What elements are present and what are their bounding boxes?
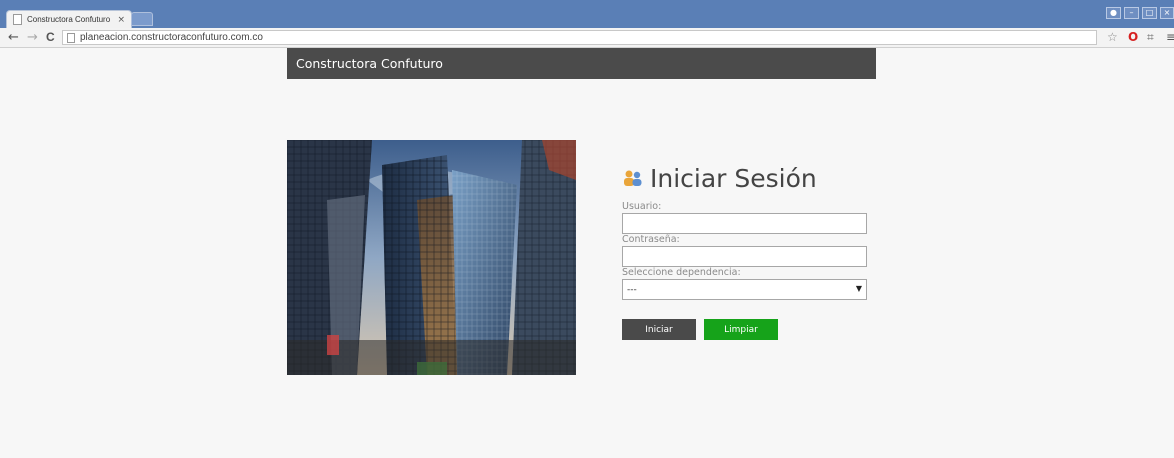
login-title: Iniciar Sesión (650, 163, 817, 193)
user-icon[interactable]: ● (1106, 7, 1121, 19)
login-panel: Iniciar Sesión Usuario: Contraseña: Sele… (622, 160, 872, 340)
browser-tab-strip: Constructora Confuturo × ● – □ × (0, 0, 1174, 28)
chevron-down-icon: ▼ (855, 284, 862, 293)
dependency-label: Seleccione dependencia: (622, 267, 741, 278)
close-tab-icon[interactable]: × (117, 15, 125, 25)
forward-button[interactable]: → (27, 30, 38, 45)
url-text: planeacion.constructoraconfuturo.com.co (80, 32, 263, 43)
maximize-icon[interactable]: □ (1142, 7, 1157, 19)
page-icon (13, 14, 22, 25)
minimize-icon[interactable]: – (1124, 7, 1139, 19)
reload-button[interactable]: C (46, 30, 55, 45)
login-button[interactable]: Iniciar (622, 319, 696, 340)
opera-icon[interactable]: O (1128, 31, 1138, 44)
star-icon[interactable]: ☆ (1107, 31, 1118, 44)
address-bar: ← → C planeacion.constructoraconfuturo.c… (0, 28, 1174, 48)
dependency-select[interactable]: --- ▼ (622, 279, 867, 300)
password-label: Contraseña: (622, 234, 680, 245)
close-window-icon[interactable]: × (1160, 7, 1174, 19)
site-title: Constructora Confuturo (296, 56, 443, 71)
username-label: Usuario: (622, 201, 662, 212)
back-button[interactable]: ← (8, 30, 19, 45)
users-icon (624, 170, 642, 186)
url-field[interactable]: planeacion.constructoraconfuturo.com.co (62, 30, 1097, 45)
menu-icon[interactable]: ≡ (1166, 31, 1174, 44)
dependency-selected-value: --- (627, 284, 637, 295)
buildings-photo (287, 140, 576, 375)
new-tab-button[interactable] (131, 12, 153, 26)
clear-button[interactable]: Limpiar (704, 319, 778, 340)
login-heading: Iniciar Sesión (622, 160, 872, 196)
tab-title: Constructora Confuturo (27, 15, 111, 24)
page-icon (67, 32, 75, 43)
site-header: Constructora Confuturo (287, 48, 876, 79)
browser-tab[interactable]: Constructora Confuturo × (6, 10, 132, 28)
username-input[interactable] (622, 213, 867, 234)
cast-icon[interactable]: ⌗ (1147, 31, 1154, 44)
password-input[interactable] (622, 246, 867, 267)
